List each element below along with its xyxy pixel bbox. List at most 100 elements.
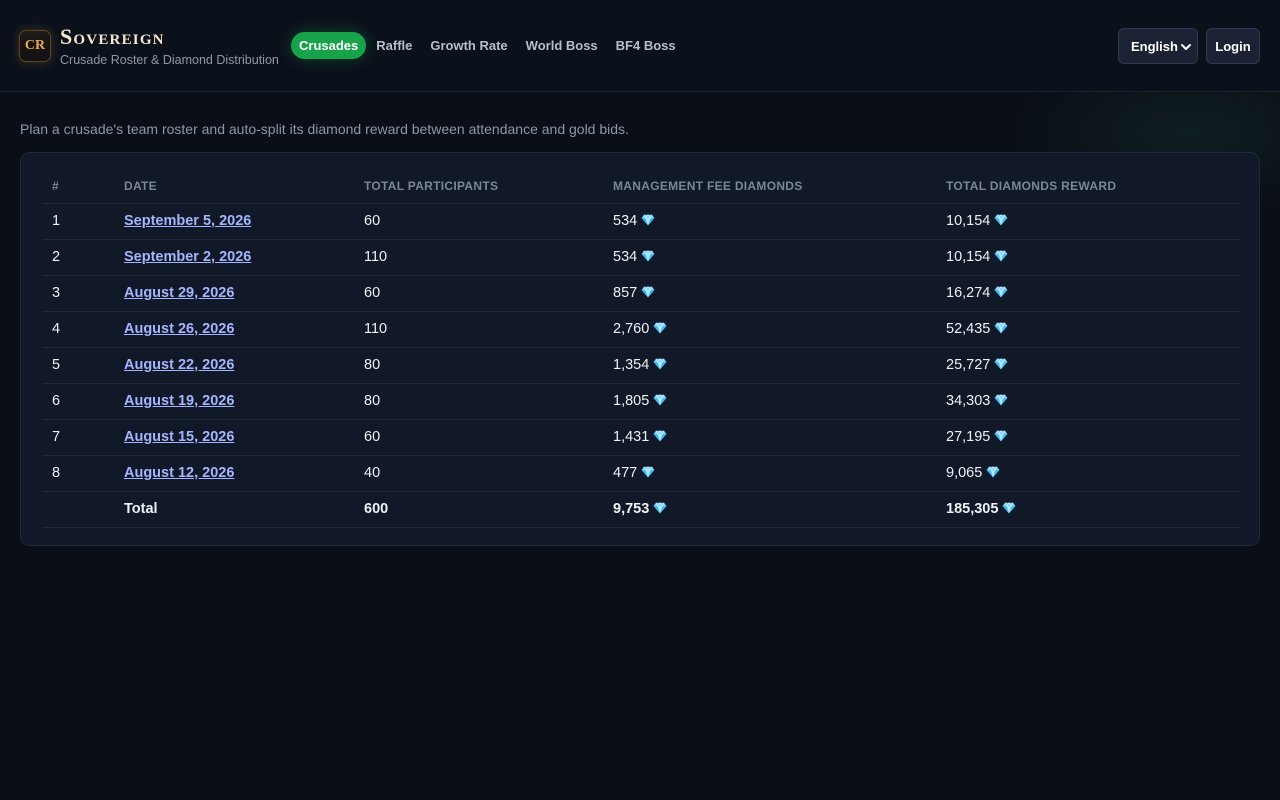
page-intro: Plan a crusade's team roster and auto-sp… [20, 121, 629, 137]
crusade-date-link[interactable]: September 5, 2026 [124, 213, 251, 229]
crusade-date-link[interactable]: August 26, 2026 [124, 321, 234, 337]
row-number: 8 [42, 455, 114, 492]
diamond-icon [653, 358, 667, 370]
row-fee: 477 [603, 455, 936, 492]
row-date: September 2, 2026 [114, 239, 354, 276]
diamond-icon [994, 358, 1008, 370]
header-date[interactable]: DATE [114, 169, 354, 204]
diamond-icon [994, 322, 1008, 334]
row-fee: 2,760 [603, 311, 936, 348]
crusades-card: # DATE TOTAL PARTICIPANTS MANAGEMENT FEE… [20, 152, 1260, 546]
logo-badge[interactable]: CR [19, 30, 51, 62]
row-reward: 34,303 [936, 383, 1240, 420]
table-row: 1 September 5, 2026 60 534 10,154 [42, 203, 1240, 240]
row-participants: 600 [354, 491, 603, 528]
crusade-date-link[interactable]: September 2, 2026 [124, 249, 251, 265]
nav-item-bf4-boss[interactable]: BF4 Boss [607, 32, 685, 59]
table-row: 2 September 2, 2026 110 534 10,154 [42, 239, 1240, 276]
row-date: Total [114, 491, 354, 528]
row-participants: 60 [354, 419, 603, 456]
language-selected-value: English [1131, 38, 1178, 54]
row-fee: 534 [603, 239, 936, 276]
row-fee: 1,431 [603, 419, 936, 456]
nav-item-growth-rate[interactable]: Growth Rate [421, 32, 516, 59]
row-number: 5 [42, 347, 114, 384]
login-button[interactable]: Login [1206, 28, 1260, 64]
table-row: 3 August 29, 2026 60 857 16,274 [42, 275, 1240, 312]
diamond-icon [986, 466, 1000, 478]
row-reward: 52,435 [936, 311, 1240, 348]
nav-item-crusades[interactable]: Crusades [291, 32, 367, 59]
row-fee: 534 [603, 203, 936, 240]
table-row: 4 August 26, 2026 110 2,760 52,435 [42, 311, 1240, 348]
diamond-icon [994, 430, 1008, 442]
table-body: 1 September 5, 2026 60 534 10,154 2 Sept… [42, 203, 1240, 528]
table-header-row: # DATE TOTAL PARTICIPANTS MANAGEMENT FEE… [42, 169, 1240, 204]
diamond-icon [641, 466, 655, 478]
row-participants: 60 [354, 275, 603, 312]
total-label: Total [124, 501, 158, 517]
row-reward: 25,727 [936, 347, 1240, 384]
diamond-icon [653, 322, 667, 334]
row-participants: 110 [354, 311, 603, 348]
row-participants: 40 [354, 455, 603, 492]
crusade-date-link[interactable]: August 19, 2026 [124, 393, 234, 409]
row-date: September 5, 2026 [114, 203, 354, 240]
row-date: August 19, 2026 [114, 383, 354, 420]
row-date: August 26, 2026 [114, 311, 354, 348]
row-number: 4 [42, 311, 114, 348]
crusades-table: # DATE TOTAL PARTICIPANTS MANAGEMENT FEE… [42, 169, 1240, 528]
table-row: 6 August 19, 2026 80 1,805 34,303 [42, 383, 1240, 420]
nav-item-world-boss[interactable]: World Boss [517, 32, 607, 59]
brand-title: Sovereign [60, 24, 165, 49]
row-number: 2 [42, 239, 114, 276]
chevron-down-icon [1181, 44, 1191, 50]
diamond-icon [994, 286, 1008, 298]
diamond-icon [653, 502, 667, 514]
diamond-icon [641, 250, 655, 262]
header-total-reward[interactable]: TOTAL DIAMONDS REWARD [936, 169, 1240, 204]
row-reward: 10,154 [936, 203, 1240, 240]
row-date: August 22, 2026 [114, 347, 354, 384]
row-number: 1 [42, 203, 114, 240]
nav-item-raffle[interactable]: Raffle [367, 32, 421, 59]
row-participants: 110 [354, 239, 603, 276]
diamond-icon [994, 214, 1008, 226]
row-fee: 1,354 [603, 347, 936, 384]
diamond-icon [653, 430, 667, 442]
crusade-date-link[interactable]: August 22, 2026 [124, 357, 234, 373]
app-header: CR Sovereign Crusade Roster & Diamond Di… [0, 0, 1280, 92]
crusade-date-link[interactable]: August 29, 2026 [124, 285, 234, 301]
table-total-row: Total 600 9,753 185,305 [42, 491, 1240, 528]
row-number: 3 [42, 275, 114, 312]
crusade-date-link[interactable]: August 12, 2026 [124, 465, 234, 481]
diamond-icon [1003, 502, 1016, 514]
row-reward: 185,305 [936, 491, 1240, 528]
row-fee: 9,753 [603, 491, 936, 528]
crusade-date-link[interactable]: August 15, 2026 [124, 429, 234, 445]
language-select[interactable]: English [1118, 28, 1198, 64]
main-nav: Crusades Raffle Growth Rate World Boss B… [291, 32, 685, 59]
row-fee: 857 [603, 275, 936, 312]
row-number [42, 491, 114, 528]
row-date: August 15, 2026 [114, 419, 354, 456]
header-number[interactable]: # [42, 169, 114, 204]
table-row: 5 August 22, 2026 80 1,354 25,727 [42, 347, 1240, 384]
row-participants: 80 [354, 347, 603, 384]
diamond-icon [641, 214, 655, 226]
row-number: 7 [42, 419, 114, 456]
table-row: 7 August 15, 2026 60 1,431 27,195 [42, 419, 1240, 456]
header-management-fee[interactable]: MANAGEMENT FEE DIAMONDS [603, 169, 936, 204]
header-participants[interactable]: TOTAL PARTICIPANTS [354, 169, 603, 204]
diamond-icon [994, 250, 1008, 262]
row-reward: 9,065 [936, 455, 1240, 492]
row-participants: 60 [354, 203, 603, 240]
row-reward: 27,195 [936, 419, 1240, 456]
row-reward: 10,154 [936, 239, 1240, 276]
diamond-icon [653, 394, 667, 406]
brand-subtitle: Crusade Roster & Diamond Distribution [60, 53, 279, 67]
row-date: August 29, 2026 [114, 275, 354, 312]
row-participants: 80 [354, 383, 603, 420]
row-number: 6 [42, 383, 114, 420]
row-date: August 12, 2026 [114, 455, 354, 492]
